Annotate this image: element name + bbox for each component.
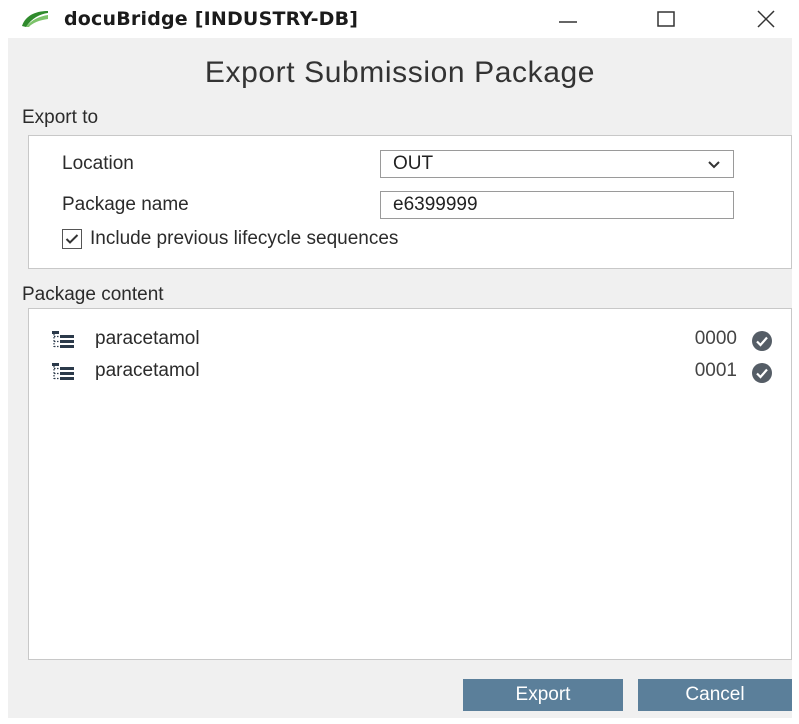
maximize-button[interactable] — [636, 0, 696, 38]
tree-list-icon — [52, 331, 74, 348]
location-value: OUT — [393, 153, 434, 174]
title-bar: docuBridge [INDUSTRY-DB] — [0, 0, 799, 38]
minimize-button[interactable] — [538, 0, 598, 38]
include-previous-checkbox-row[interactable]: Include previous lifecycle sequences — [62, 228, 398, 250]
package-content-list: paracetamol 0000 paracetamol 0001 — [28, 308, 792, 660]
maximize-icon — [657, 11, 675, 27]
list-item[interactable]: paracetamol 0000 — [29, 325, 791, 355]
export-dialog: Export Submission Package Export to Loca… — [8, 38, 792, 718]
cancel-button[interactable]: Cancel — [638, 679, 792, 711]
list-item[interactable]: paracetamol 0001 — [29, 357, 791, 387]
check-circle-icon — [752, 331, 772, 351]
close-button[interactable] — [736, 0, 796, 38]
location-label: Location — [62, 153, 134, 174]
check-circle-icon — [752, 363, 772, 383]
package-name-label: Package name — [62, 194, 189, 215]
package-item-sequence: 0001 — [694, 360, 737, 381]
export-button[interactable]: Export — [463, 679, 623, 711]
package-name-input[interactable] — [380, 191, 734, 219]
chevron-down-icon — [708, 161, 720, 169]
tree-list-icon — [52, 363, 74, 380]
dialog-title: Export Submission Package — [204, 56, 596, 89]
app-logo-icon — [22, 11, 48, 27]
window-title: docuBridge [INDUSTRY-DB] — [64, 8, 359, 30]
minimize-icon — [559, 21, 577, 23]
package-item-name: paracetamol — [95, 360, 200, 381]
include-previous-label: Include previous lifecycle sequences — [90, 228, 399, 249]
close-icon — [757, 10, 775, 28]
location-select[interactable]: OUT — [380, 150, 734, 178]
include-previous-checkbox[interactable] — [62, 229, 82, 249]
package-item-sequence: 0000 — [694, 328, 737, 349]
package-content-label: Package content — [22, 284, 164, 305]
checkmark-icon — [65, 234, 79, 244]
export-to-label: Export to — [22, 107, 99, 128]
package-item-name: paracetamol — [95, 328, 200, 349]
export-to-panel: Location OUT Package name Include previo… — [28, 135, 792, 269]
